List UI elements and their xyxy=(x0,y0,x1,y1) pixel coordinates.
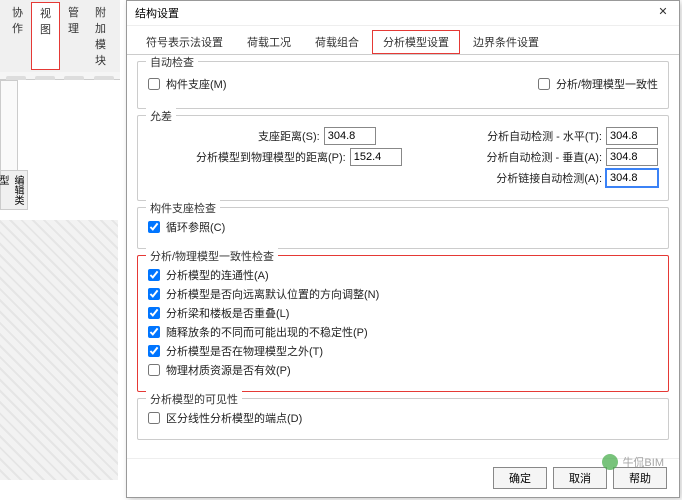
group-support-check: 构件支座检查 循环参照(C) xyxy=(137,207,669,249)
ribbon: 协作 视图 管理 附加模块 清除未使用 项目单位 结构设置 MEP设置 xyxy=(0,0,120,80)
group-tolerance: 允差 支座距离(S): 分析自动检测 - 水平(T): 分析模型到物理模型的距离… xyxy=(137,115,669,201)
watermark: 牛侃BIM xyxy=(602,454,664,470)
chk-material[interactable]: 物理材质资源是否有效(P) xyxy=(148,362,658,378)
chk-outside[interactable]: 分析模型是否在物理模型之外(T) xyxy=(148,343,658,359)
param-auto-v: 分析自动检测 - 垂直(A): xyxy=(487,148,659,166)
ribbon-tabs: 协作 视图 管理 附加模块 xyxy=(0,0,120,72)
param-support-dist: 支座距离(S): xyxy=(258,127,376,145)
ribbon-tab-collab[interactable]: 协作 xyxy=(4,2,31,70)
dialog-tabs: 符号表示法设置 荷载工况 荷载组合 分析模型设置 边界条件设置 xyxy=(127,26,679,55)
chk-circular[interactable]: 循环参照(C) xyxy=(148,219,658,235)
group-title-autocheck: 自动检查 xyxy=(146,55,198,70)
chk-consistency-auto[interactable]: 分析/物理模型一致性 xyxy=(538,76,658,92)
ribbon-tab-view[interactable]: 视图 xyxy=(31,2,60,70)
ribbon-tab-addins[interactable]: 附加模块 xyxy=(87,2,116,70)
wechat-icon xyxy=(602,454,618,470)
chk-member-support[interactable]: 构件支座(M) xyxy=(148,76,227,92)
group-title-visibility: 分析模型的可见性 xyxy=(146,391,242,407)
chk-connectivity[interactable]: 分析模型的连通性(A) xyxy=(148,267,658,283)
dialog-titlebar: 结构设置 ✕ xyxy=(127,1,679,26)
input-link-auto[interactable] xyxy=(606,169,658,187)
chk-instability[interactable]: 随释放条的不同而可能出现的不稳定性(P) xyxy=(148,324,658,340)
group-autocheck: 自动检查 构件支座(M) 分析/物理模型一致性 xyxy=(137,61,669,109)
ok-button[interactable]: 确定 xyxy=(493,467,547,489)
input-auto-h[interactable] xyxy=(606,127,658,145)
tab-symbol[interactable]: 符号表示法设置 xyxy=(135,30,234,54)
tab-loadcombo[interactable]: 荷载组合 xyxy=(304,30,370,54)
param-link-auto: 分析链接自动检测(A): xyxy=(496,169,658,187)
help-button[interactable]: 帮助 xyxy=(613,467,667,489)
ribbon-tab-manage[interactable]: 管理 xyxy=(60,2,87,70)
group-title-consistency: 分析/物理模型一致性检查 xyxy=(146,248,278,264)
tab-boundary[interactable]: 边界条件设置 xyxy=(462,30,550,54)
group-consistency: 分析/物理模型一致性检查 分析模型的连通性(A) 分析模型是否向远离默认位置的方… xyxy=(137,255,669,392)
tab-analytical[interactable]: 分析模型设置 xyxy=(372,30,460,54)
close-icon[interactable]: ✕ xyxy=(655,5,671,21)
cancel-button[interactable]: 取消 xyxy=(553,467,607,489)
chk-overlap[interactable]: 分析梁和楼板是否重叠(L) xyxy=(148,305,658,321)
input-model-dist[interactable] xyxy=(350,148,402,166)
dialog-body: 自动检查 构件支座(M) 分析/物理模型一致性 允差 支座距离(S): 分析自动… xyxy=(127,55,679,458)
structural-settings-dialog: 结构设置 ✕ 符号表示法设置 荷载工况 荷载组合 分析模型设置 边界条件设置 自… xyxy=(126,0,680,498)
param-auto-h: 分析自动检测 - 水平(T): xyxy=(487,127,658,145)
chk-adjust[interactable]: 分析模型是否向远离默认位置的方向调整(N) xyxy=(148,286,658,302)
tab-loadcase[interactable]: 荷载工况 xyxy=(236,30,302,54)
chk-diff-endpoints[interactable]: 区分线性分析模型的端点(D) xyxy=(148,410,658,426)
group-title-support-check: 构件支座检查 xyxy=(146,200,220,216)
model-3d xyxy=(0,220,118,480)
param-model-dist: 分析模型到物理模型的距离(P): xyxy=(196,148,402,166)
side-edit-type[interactable]: 编辑类型 xyxy=(0,170,28,210)
group-visibility: 分析模型的可见性 区分线性分析模型的端点(D) xyxy=(137,398,669,440)
dialog-footer: 确定 取消 帮助 xyxy=(127,458,679,497)
input-auto-v[interactable] xyxy=(606,148,658,166)
group-title-tolerance: 允差 xyxy=(146,108,176,124)
dialog-title: 结构设置 xyxy=(135,5,179,21)
input-support-dist[interactable] xyxy=(324,127,376,145)
